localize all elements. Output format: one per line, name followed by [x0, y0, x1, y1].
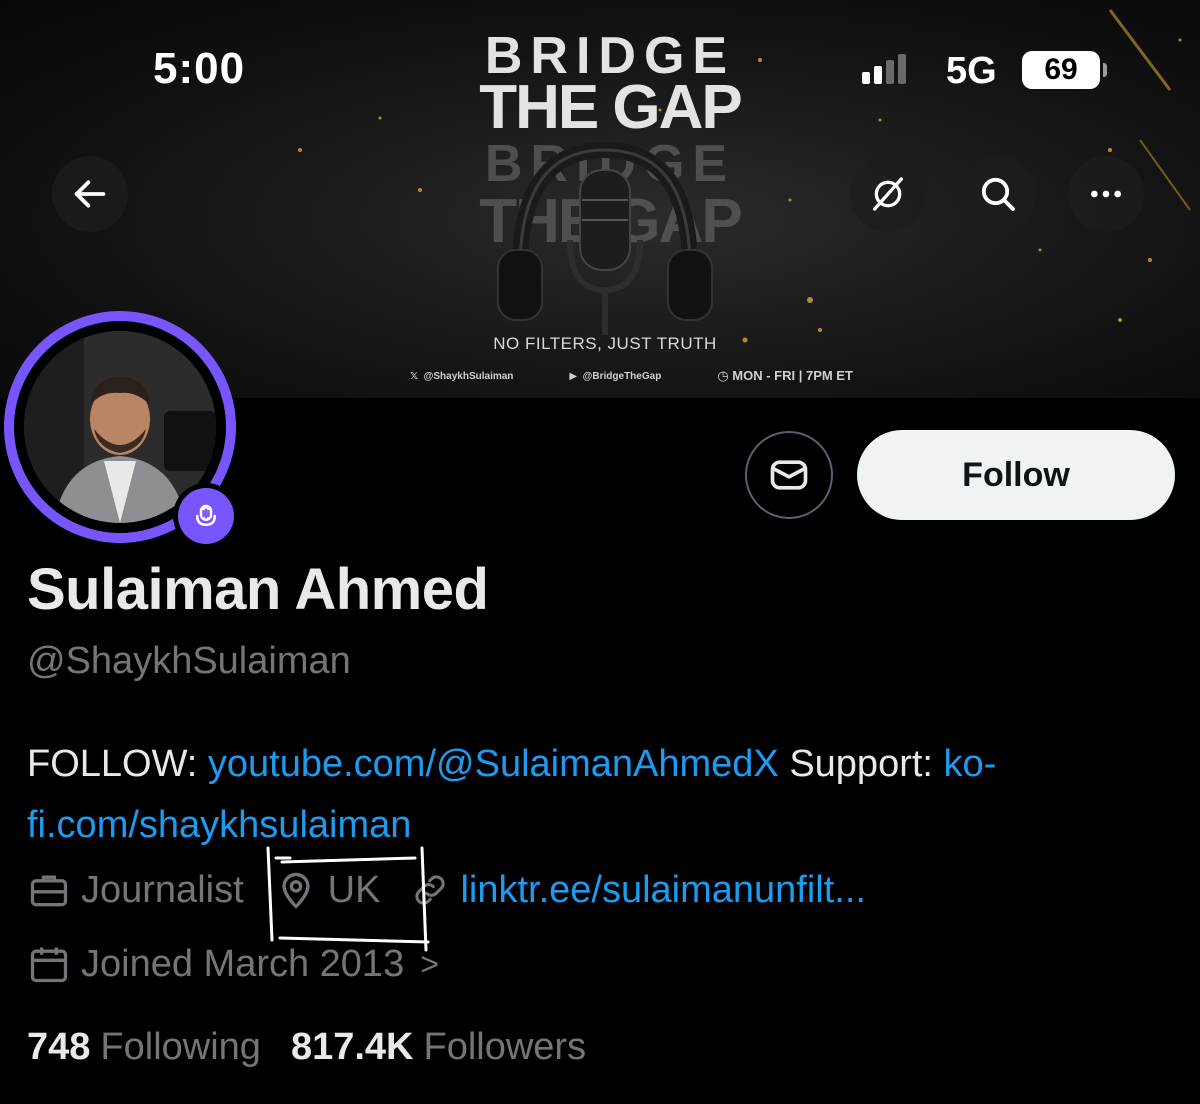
grok-button[interactable]: [850, 156, 926, 232]
joined-chevron: >: [420, 945, 439, 982]
more-button[interactable]: [1068, 156, 1144, 232]
profile-bio: FOLLOW: youtube.com/@SulaimanAhmedX Supp…: [27, 743, 997, 846]
battery-icon: 69: [1022, 51, 1107, 89]
more-horizontal-icon: [1091, 190, 1121, 198]
joined-date: Joined March 2013 >: [27, 942, 439, 986]
location-pin-icon: [282, 872, 310, 909]
following-stat[interactable]: 748 Following: [27, 1026, 261, 1069]
cellular-signal-icon: [862, 54, 906, 84]
search-icon: [981, 177, 1015, 211]
profile-handle: @ShaykhSulaiman: [27, 640, 351, 682]
link-icon: [415, 875, 445, 905]
briefcase-icon: [30, 875, 68, 907]
bio-youtube-link[interactable]: youtube.com/@SulaimanAhmedX: [208, 743, 779, 785]
envelope-icon: [770, 460, 808, 490]
microphone-icon: [196, 504, 216, 527]
banner-tagline: NO FILTERS, JUST TRUTH: [493, 334, 717, 353]
banner-credit-rumble: ▶ @BridgeTheGap: [569, 370, 662, 382]
joined-row: Joined March 2013 >: [27, 942, 461, 986]
profession: Journalist: [27, 868, 244, 912]
location: UK: [274, 868, 380, 912]
status-time: 5:00: [153, 44, 246, 93]
arrow-left-icon: [74, 180, 106, 208]
banner-credit-x: 𝕏 @ShaykhSulaiman: [410, 370, 514, 382]
network-type: 5G: [946, 50, 997, 92]
grok-icon: [873, 177, 903, 211]
followers-stat[interactable]: 817.4K Followers: [291, 1026, 586, 1069]
search-button[interactable]: [960, 156, 1036, 232]
follow-button[interactable]: Follow: [857, 430, 1175, 520]
spaces-live-badge[interactable]: [173, 483, 239, 549]
back-button[interactable]: [52, 156, 128, 232]
website[interactable]: linktr.ee/sulaimanunfilt...: [410, 869, 866, 912]
follow-stats: 748 Following 817.4K Followers: [27, 1026, 616, 1069]
website-link[interactable]: linktr.ee/sulaimanunfilt...: [460, 869, 866, 912]
profile-name: Sulaiman Ahmed: [27, 557, 489, 622]
profile-meta-row: Journalist UK linktr.ee/sulaimanunfilt..…: [27, 868, 888, 912]
headphones-microphone-graphic: [497, 141, 713, 335]
banner-credits: 𝕏 @ShaykhSulaiman ▶ @BridgeTheGap ◷ MON …: [410, 368, 909, 384]
calendar-icon: [30, 947, 68, 983]
banner-schedule: ◷ MON - FRI | 7PM ET: [717, 368, 853, 383]
message-button[interactable]: [745, 431, 833, 519]
